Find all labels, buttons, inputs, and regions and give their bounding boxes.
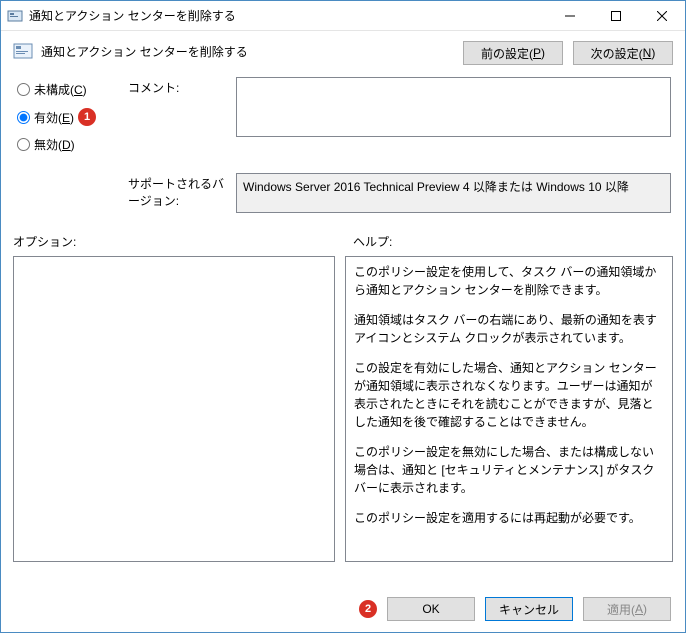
radio-not-configured-input[interactable] xyxy=(17,83,30,96)
radio-not-configured[interactable]: 未構成(C) xyxy=(17,81,128,98)
panels: このポリシー設定を使用して、タスク バーの通知領域から通知とアクション センター… xyxy=(1,256,685,586)
next-setting-button[interactable]: 次の設定(N) xyxy=(573,41,673,65)
annotation-2-badge: 2 xyxy=(359,600,377,618)
cancel-button[interactable]: キャンセル xyxy=(485,597,573,621)
radio-disabled-input[interactable] xyxy=(17,138,30,151)
options-label: オプション: xyxy=(13,233,353,250)
radio-not-configured-label: 未構成(C) xyxy=(34,81,87,98)
comment-label: コメント: xyxy=(128,77,236,163)
help-p1: このポリシー設定を使用して、タスク バーの通知領域から通知とアクション センター… xyxy=(354,263,664,299)
ok-button[interactable]: OK xyxy=(387,597,475,621)
config-row: 未構成(C) 有効(E) 1 無効(D) コメント: xyxy=(1,75,685,165)
help-label: ヘルプ: xyxy=(353,233,673,250)
page-title: 通知とアクション センターを削除する xyxy=(41,41,463,60)
window-title: 通知とアクション センターを削除する xyxy=(29,7,547,24)
help-p2: 通知領域はタスク バーの右端にあり、最新の通知を表すアイコンとシステム クロック… xyxy=(354,311,664,347)
supported-value-text: Windows Server 2016 Technical Preview 4 … xyxy=(243,180,629,194)
apply-button[interactable]: 適用(A) xyxy=(583,597,671,621)
previous-setting-button[interactable]: 前の設定(P) xyxy=(463,41,563,65)
radio-disabled-label: 無効(D) xyxy=(34,136,75,153)
policy-large-icon xyxy=(13,41,33,61)
supported-label: サポートされるバージョン: xyxy=(128,173,236,213)
policy-icon xyxy=(7,8,23,24)
prev-btn-pre: 前の設定( xyxy=(481,45,533,62)
radio-enabled-label: 有効(E) xyxy=(34,109,74,126)
close-button[interactable] xyxy=(639,1,685,31)
prev-btn-post: ) xyxy=(541,46,545,60)
next-btn-post: ) xyxy=(651,46,655,60)
options-panel xyxy=(13,256,335,562)
help-p5: このポリシー設定を適用するには再起動が必要です。 xyxy=(354,509,664,527)
help-p4: このポリシー設定を無効にした場合、または構成しない場合は、通知と [セキュリティ… xyxy=(354,443,664,497)
apply-pre: 適用( xyxy=(607,601,635,618)
radio-enabled-input[interactable] xyxy=(17,111,30,124)
radio-enabled[interactable]: 有効(E) 1 xyxy=(17,108,128,126)
comment-textarea[interactable] xyxy=(236,77,671,137)
annotation-1-badge: 1 xyxy=(78,108,96,126)
titlebar: 通知とアクション センターを削除する xyxy=(1,1,685,31)
maximize-button[interactable] xyxy=(593,1,639,31)
radio-disabled[interactable]: 無効(D) xyxy=(17,136,128,153)
footer: 2 OK キャンセル 適用(A) xyxy=(1,586,685,632)
next-btn-pre: 次の設定( xyxy=(591,45,643,62)
apply-post: ) xyxy=(643,602,647,616)
help-panel: このポリシー設定を使用して、タスク バーの通知領域から通知とアクション センター… xyxy=(345,256,673,562)
next-btn-key: N xyxy=(643,46,652,60)
radio-group: 未構成(C) 有効(E) 1 無効(D) xyxy=(13,77,128,163)
help-p3: この設定を有効にした場合、通知とアクション センターが通知領域に表示されなくなり… xyxy=(354,359,664,431)
supported-value-box: Windows Server 2016 Technical Preview 4 … xyxy=(236,173,671,213)
prev-btn-key: P xyxy=(533,46,541,60)
supported-row: サポートされるバージョン: Windows Server 2016 Techni… xyxy=(1,171,685,215)
minimize-button[interactable] xyxy=(547,1,593,31)
section-labels: オプション: ヘルプ: xyxy=(1,215,685,256)
apply-key: A xyxy=(635,602,643,616)
header: 通知とアクション センターを削除する 前の設定(P) 次の設定(N) xyxy=(1,31,685,75)
